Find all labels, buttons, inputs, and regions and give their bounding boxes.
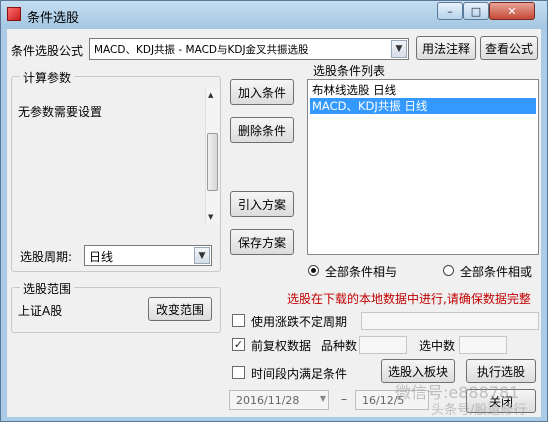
data-notice: 选股在下载的本地数据中进行,请确保数据完整 [287,292,531,306]
uncertain-limit-checkbox[interactable] [232,314,245,327]
save-plan-button[interactable]: 保存方案 [230,229,294,255]
or-label: 全部条件相或 [460,265,533,279]
uncertain-limit-label: 使用涨跌不定周期 [251,315,348,329]
scope-group: 选股范围 上证A股 改变范围 [11,280,221,333]
title-bar: 条件选股 – □ ✕ [1,1,547,29]
condition-list[interactable]: 布林线选股 日线 MACD、KDJ共振 日线 [307,79,539,255]
scroll-up-icon[interactable]: ▲ [208,91,213,99]
formula-select[interactable]: MACD、KDJ共振 - MACD与KDJ金叉共振选股 ▼ [89,38,409,60]
calc-params-title: 计算参数 [20,69,75,86]
scope-title: 选股范围 [20,280,75,297]
selected-count-field [459,336,507,354]
import-plan-button[interactable]: 引入方案 [230,191,294,217]
scope-value: 上证A股 [18,304,63,318]
condition-item-macd-kdj[interactable]: MACD、KDJ共振 日线 [310,98,536,114]
scroll-down-icon[interactable]: ▼ [208,213,213,221]
condition-stock-picker-window: 条件选股 – □ ✕ 条件选股公式 MACD、KDJ共振 - MACD与KDJ金… [0,0,548,422]
params-scroll-thumb[interactable] [207,133,218,191]
formula-select-value: MACD、KDJ共振 - MACD与KDJ金叉共振选股 [94,44,309,56]
dialog-client-area: 条件选股公式 MACD、KDJ共振 - MACD与KDJ金叉共振选股 ▼ 用法注… [7,29,541,417]
radio-and[interactable] [308,265,319,276]
start-date-field[interactable]: 2016/11/28 ▼ [229,390,329,410]
chevron-down-icon[interactable]: ▼ [391,40,407,58]
time-range-label: 时间段内满足条件 [251,367,348,381]
period-select[interactable]: 日线 ▼ [84,245,212,266]
close-window-button[interactable]: ✕ [489,2,535,20]
calc-params-group: 计算参数 无参数需要设置 ▲ ▼ 选股周期: 日线 ▼ [11,69,221,272]
condition-list-title: 选股条件列表 [313,64,386,78]
adjusted-checkbox[interactable]: ✓ [232,338,245,351]
app-icon [7,7,21,21]
usage-notes-button[interactable]: 用法注释 [416,36,476,60]
and-label: 全部条件相与 [325,265,398,279]
chevron-down-icon[interactable]: ▼ [320,394,326,403]
maximize-button[interactable]: □ [463,2,489,20]
date-dash: – [341,392,347,406]
variety-count-label: 品种数 [321,339,358,353]
radio-or[interactable] [443,265,454,276]
variety-count-field [359,336,407,354]
view-formula-button[interactable]: 查看公式 [480,36,538,60]
period-select-value: 日线 [89,250,114,264]
no-params-text: 无参数需要设置 [18,105,103,119]
selected-count-label: 选中数 [419,339,456,353]
add-condition-button[interactable]: 加入条件 [230,79,294,105]
chevron-down-icon[interactable]: ▼ [194,247,210,264]
params-scrollbar[interactable]: ▲ ▼ [205,89,219,223]
adjusted-label: 前复权数据 [251,339,312,353]
change-scope-button[interactable]: 改变范围 [148,297,212,321]
watermark-line2: 头条号/股道修行 [431,403,527,418]
delete-condition-button[interactable]: 删除条件 [230,117,294,143]
start-date-value: 2016/11/28 [236,394,300,407]
time-range-checkbox[interactable] [232,366,245,379]
condition-item-boll[interactable]: 布林线选股 日线 [310,82,536,98]
uncertain-limit-field[interactable] [361,312,539,330]
window-title: 条件选股 [27,11,80,26]
period-label: 选股周期: [20,250,73,264]
formula-label: 条件选股公式 [11,44,84,58]
minimize-button[interactable]: – [437,2,463,20]
